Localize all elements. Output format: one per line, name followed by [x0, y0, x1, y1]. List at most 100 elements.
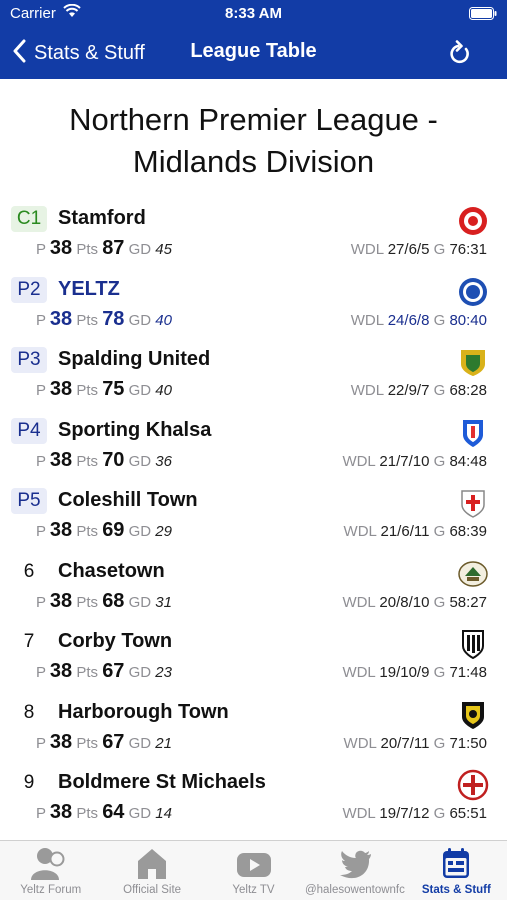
- team-crest-icon: [458, 560, 488, 587]
- gd-label: GD: [128, 805, 152, 822]
- table-row[interactable]: 9 Boldmere St Michaels P 38 Pts 64 GD 14 WD…: [0, 765, 507, 836]
- played-label: P: [36, 593, 46, 611]
- gd-label: GD: [128, 311, 152, 329]
- points-label: Pts: [76, 664, 99, 681]
- table-row[interactable]: P2 YELTZ P 38 Pts 78 GD 40 WDL 24/6/8 G 80:…: [0, 272, 507, 343]
- goals-value: 65:51: [449, 805, 487, 822]
- clock: 8:33 AM: [225, 5, 282, 22]
- played-label: P: [36, 382, 46, 399]
- gd-value: 40: [155, 382, 172, 399]
- tab-stats-stuff[interactable]: Stats & Stuff: [406, 841, 507, 900]
- gd-value: 40: [155, 311, 172, 329]
- wdl-label: WDL: [342, 805, 376, 822]
- team-record: WDL 21/6/11 G 68:39: [344, 523, 487, 540]
- gd-value: 21: [155, 734, 172, 752]
- position-badge: 6: [23, 560, 35, 582]
- table-row[interactable]: 6 Chasetown P 38 Pts 68 GD 31 WDL 20/8/10 G…: [0, 554, 507, 625]
- league-table: C1 Stamford P 38 Pts 87 GD 45 WDL 27/6/5 G …: [0, 201, 507, 836]
- wdl-label: WDL: [343, 523, 377, 540]
- wdl-value: 19/10/9: [379, 664, 430, 681]
- tab-official-site[interactable]: Official Site: [101, 841, 202, 900]
- league-title: Northern Premier League - Midlands Divis…: [69, 102, 438, 179]
- played-value: 38: [49, 307, 73, 330]
- played-value: 38: [49, 730, 73, 753]
- points-label: Pts: [76, 452, 99, 470]
- refresh-button[interactable]: [449, 40, 471, 71]
- goals-value: 84:48: [449, 452, 487, 470]
- team-name: Chasetown: [58, 559, 165, 582]
- points-label: Pts: [76, 523, 99, 540]
- table-row[interactable]: 7 Corby Town P 38 Pts 67 GD 23 WDL 19/10/9 …: [0, 624, 507, 695]
- wdl-value: 27/6/5: [387, 241, 430, 258]
- position-badge: P5: [11, 488, 47, 514]
- goals-value: 71:48: [449, 664, 487, 681]
- played-value: 38: [49, 801, 73, 823]
- points-value: 70: [102, 448, 125, 471]
- played-label: P: [36, 241, 46, 258]
- wdl-value: 21/7/10: [379, 452, 430, 470]
- gd-value: 23: [155, 664, 172, 681]
- team-stats: P 38 Pts 68 GD 31: [36, 590, 172, 613]
- goals-label: G: [433, 523, 446, 540]
- team-crest-icon: [459, 277, 487, 306]
- team-stats: P 38 Pts 69 GD 29: [36, 519, 172, 542]
- team-name: Stamford: [58, 207, 146, 229]
- gd-label: GD: [128, 452, 152, 470]
- team-record: WDL 24/6/8 G 80:40: [351, 312, 487, 329]
- calendar-icon: [406, 847, 507, 881]
- table-row[interactable]: P3 Spalding United P 38 Pts 75 GD 40 WDL 22…: [0, 342, 507, 413]
- goals-value: 71:50: [449, 734, 487, 752]
- points-label: Pts: [76, 311, 99, 329]
- goals-label: G: [433, 452, 446, 470]
- team-stats: P 38 Pts 67 GD 23: [36, 660, 172, 683]
- gd-label: GD: [128, 241, 152, 258]
- team-stats: P 38 Pts 67 GD 21: [36, 731, 172, 754]
- team-name: Boldmere St Michaels: [58, 771, 266, 793]
- gd-value: 31: [155, 593, 172, 611]
- position-badge: 9: [23, 772, 35, 793]
- played-label: P: [36, 311, 46, 329]
- tab-label: @halesowentownfc: [304, 884, 405, 896]
- refresh-icon: [449, 40, 471, 70]
- played-label: P: [36, 452, 46, 470]
- played-label: P: [36, 664, 46, 681]
- table-row[interactable]: C1 Stamford P 38 Pts 87 GD 45 WDL 27/6/5 G …: [0, 201, 507, 272]
- table-row[interactable]: P4 Sporting Khalsa P 38 Pts 70 GD 36 WDL 21…: [0, 413, 507, 484]
- played-value: 38: [49, 660, 73, 682]
- team-name: Harborough Town: [58, 700, 229, 723]
- points-value: 67: [102, 730, 125, 753]
- goals-label: G: [433, 805, 446, 822]
- wdl-label: WDL: [342, 593, 376, 611]
- team-record: WDL 27/6/5 G 76:31: [351, 241, 487, 258]
- team-record: WDL 20/7/11 G 71:50: [344, 735, 487, 752]
- league-table-content[interactable]: Northern Premier League - Midlands Divis…: [0, 79, 507, 840]
- table-row[interactable]: 8 Harborough Town P 38 Pts 67 GD 21 WDL 20/…: [0, 695, 507, 766]
- team-stats: P 38 Pts 87 GD 45: [36, 237, 172, 260]
- tab-label: Stats & Stuff: [421, 884, 491, 896]
- goals-label: G: [433, 664, 446, 681]
- points-value: 78: [102, 307, 125, 330]
- tab-yeltz-forum[interactable]: Yeltz Forum: [0, 841, 101, 900]
- points-value: 67: [102, 660, 125, 682]
- tab-label: Yeltz Forum: [20, 884, 82, 896]
- team-crest-icon: [462, 701, 484, 729]
- goals-value: 68:28: [449, 382, 487, 399]
- team-crest-icon: [462, 630, 484, 660]
- team-crest-icon: [461, 350, 485, 376]
- tab-yeltz-tv[interactable]: Yeltz TV: [203, 841, 304, 900]
- points-label: Pts: [76, 593, 99, 611]
- goals-value: 76:31: [449, 241, 487, 258]
- tab-twitter[interactable]: @halesowentownfc: [304, 841, 405, 900]
- played-value: 38: [49, 378, 73, 400]
- points-value: 68: [102, 589, 125, 612]
- page-title: League Table: [190, 40, 317, 62]
- goals-label: G: [433, 241, 446, 258]
- team-crest-icon: [457, 769, 489, 801]
- team-stats: P 38 Pts 70 GD 36: [36, 449, 172, 472]
- table-row[interactable]: P5 Coleshill Town P 38 Pts 69 GD 29 WDL 21/…: [0, 483, 507, 554]
- goals-value: 58:27: [449, 593, 487, 611]
- gd-value: 29: [155, 523, 172, 540]
- played-label: P: [36, 523, 46, 540]
- gd-value: 36: [155, 452, 172, 470]
- gd-label: GD: [128, 593, 152, 611]
